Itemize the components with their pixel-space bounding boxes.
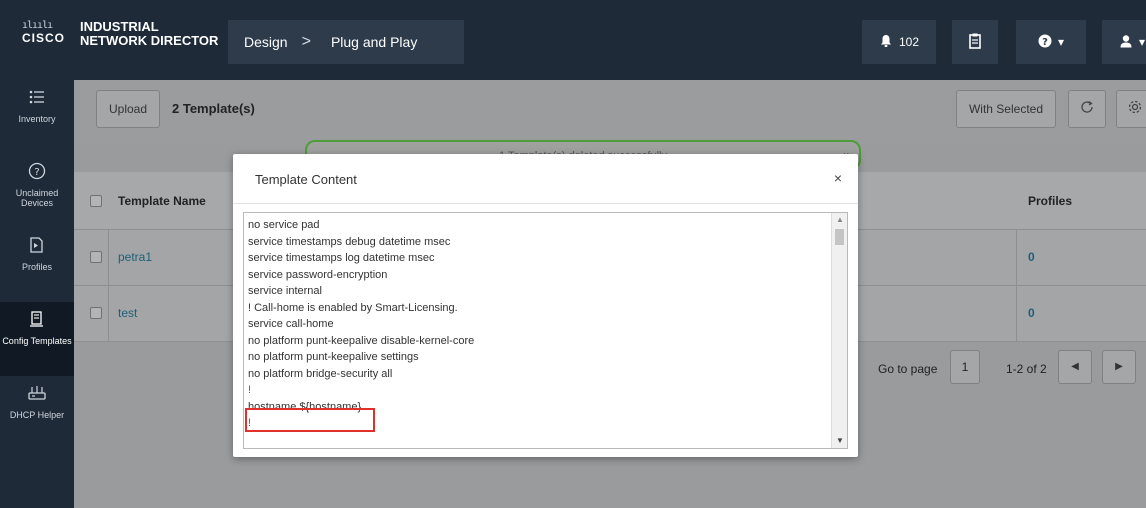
help-icon: ? [1038,34,1052,51]
svg-text:?: ? [1042,37,1048,48]
row-checkbox[interactable] [90,307,102,319]
sidebar-item-inventory[interactable]: Inventory [0,80,74,154]
breadcrumb-separator: > [301,33,311,50]
template-line: service password-encryption [248,268,388,281]
user-dropdown-caret: ▾ [1138,35,1146,49]
template-line: no platform punt-keepalive disable-kerne… [248,334,475,347]
template-line: service call-home [248,318,334,330]
previous-page-button[interactable]: ◀ [1058,350,1092,384]
top-bar: ılıılı CISCO INDUSTRIAL NETWORK DIRECTOR… [0,0,1146,80]
sidebar-item-config-templates[interactable]: Config Templates [0,302,74,376]
template-count: 2 Template(s) [172,101,255,116]
question-circle-icon: ? [26,162,48,184]
help-dropdown-caret: ▾ [1057,35,1065,49]
sidebar-item-profiles-label: Profiles [21,262,52,272]
template-line: ! [248,384,252,396]
notifications-button[interactable]: 102 [862,20,936,64]
scrollbar-thumb[interactable] [835,229,844,245]
column-header-template-name[interactable]: Template Name [118,194,206,208]
list-icon [26,88,48,110]
settings-button[interactable] [1116,90,1146,128]
help-menu-button[interactable]: ? ▾ [1016,20,1086,64]
dialog-header: Template Content × [233,154,858,204]
select-all-checkbox[interactable] [90,195,102,207]
breadcrumb-design[interactable]: Design [244,34,288,50]
template-content-textarea[interactable]: no service pad service timestamps debug … [243,212,848,449]
profiles-count-link[interactable]: 0 [1028,250,1035,264]
tasks-button[interactable] [952,20,998,64]
sidebar-item-profiles[interactable]: Profiles [0,228,74,302]
profile-icon [26,236,48,258]
sidebar-item-unclaimed-devices-label: Unclaimed Devices [15,188,59,208]
user-menu-button[interactable]: ▾ [1102,20,1146,64]
bell-icon [879,34,893,51]
template-line: service internal [248,285,322,297]
row-checkbox[interactable] [90,251,102,263]
sidebar-item-inventory-label: Inventory [18,114,56,124]
sidebar-item-dhcp-helper[interactable]: DHCP Helper [0,376,74,450]
breadcrumb: Design > Plug and Play [228,20,464,64]
template-line: no platform bridge-security all [248,367,393,380]
clipboard-icon [969,33,981,52]
user-icon [1119,34,1133,51]
scroll-down-arrow-icon[interactable]: ▼ [832,434,847,448]
template-name-link[interactable]: petra1 [118,250,152,264]
column-header-profiles[interactable]: Profiles [1028,194,1072,208]
svg-text:?: ? [34,167,39,178]
cisco-logo: ılıılı CISCO [22,20,65,45]
brand-logo[interactable]: ılıılı CISCO INDUSTRIAL NETWORK DIRECTOR [16,20,226,64]
with-selected-button[interactable]: With Selected [956,90,1056,128]
next-page-button[interactable]: ▶ [1102,350,1136,384]
sidebar-item-config-templates-label: Config Templates [2,336,72,346]
product-name: INDUSTRIAL NETWORK DIRECTOR [80,20,218,48]
textarea-scrollbar[interactable]: ▲ ▼ [831,213,847,448]
upload-button[interactable]: Upload [96,90,160,128]
scroll-up-arrow-icon[interactable]: ▲ [832,213,847,227]
template-name-link[interactable]: test [118,306,137,320]
template-line: service timestamps debug datetime msec [248,235,451,248]
page-number-input[interactable]: 1 [950,350,980,384]
sidebar-item-unclaimed-devices[interactable]: ? Unclaimed Devices [0,154,74,228]
sidebar: Inventory ? Unclaimed Devices Profiles C… [0,80,74,508]
product-name-line2: NETWORK DIRECTOR [80,33,219,48]
goto-page-label: Go to page [878,362,938,376]
template-line: no platform punt-keepalive settings [248,351,419,363]
gear-icon [1127,99,1143,119]
refresh-icon [1079,99,1095,120]
sidebar-item-dhcp-helper-label: DHCP Helper [9,410,65,420]
profiles-count-link[interactable]: 0 [1028,306,1035,320]
cisco-logo-word: CISCO [22,31,66,45]
template-line: no service pad [248,219,320,231]
template-line: service timestamps log datetime msec [248,252,435,264]
template-line: ! Call-home is enabled by Smart-Licensin… [248,301,458,314]
dialog-close-button[interactable]: × [834,170,842,186]
product-name-line1: INDUSTRIAL [80,19,159,34]
breadcrumb-plug-and-play[interactable]: Plug and Play [331,34,417,50]
dialog-title: Template Content [255,172,357,187]
template-content-dialog: Template Content × no service pad servic… [233,154,858,457]
refresh-button[interactable] [1068,90,1106,128]
router-icon [26,384,48,406]
notifications-count: 102 [898,35,920,49]
templates-toolbar: Upload 2 Template(s) With Selected [74,80,1146,144]
template-icon [26,310,48,332]
page-range: 1-2 of 2 [1006,362,1047,376]
template-lines: no service pad service timestamps debug … [248,217,828,432]
hostname-highlight-box [245,408,375,432]
